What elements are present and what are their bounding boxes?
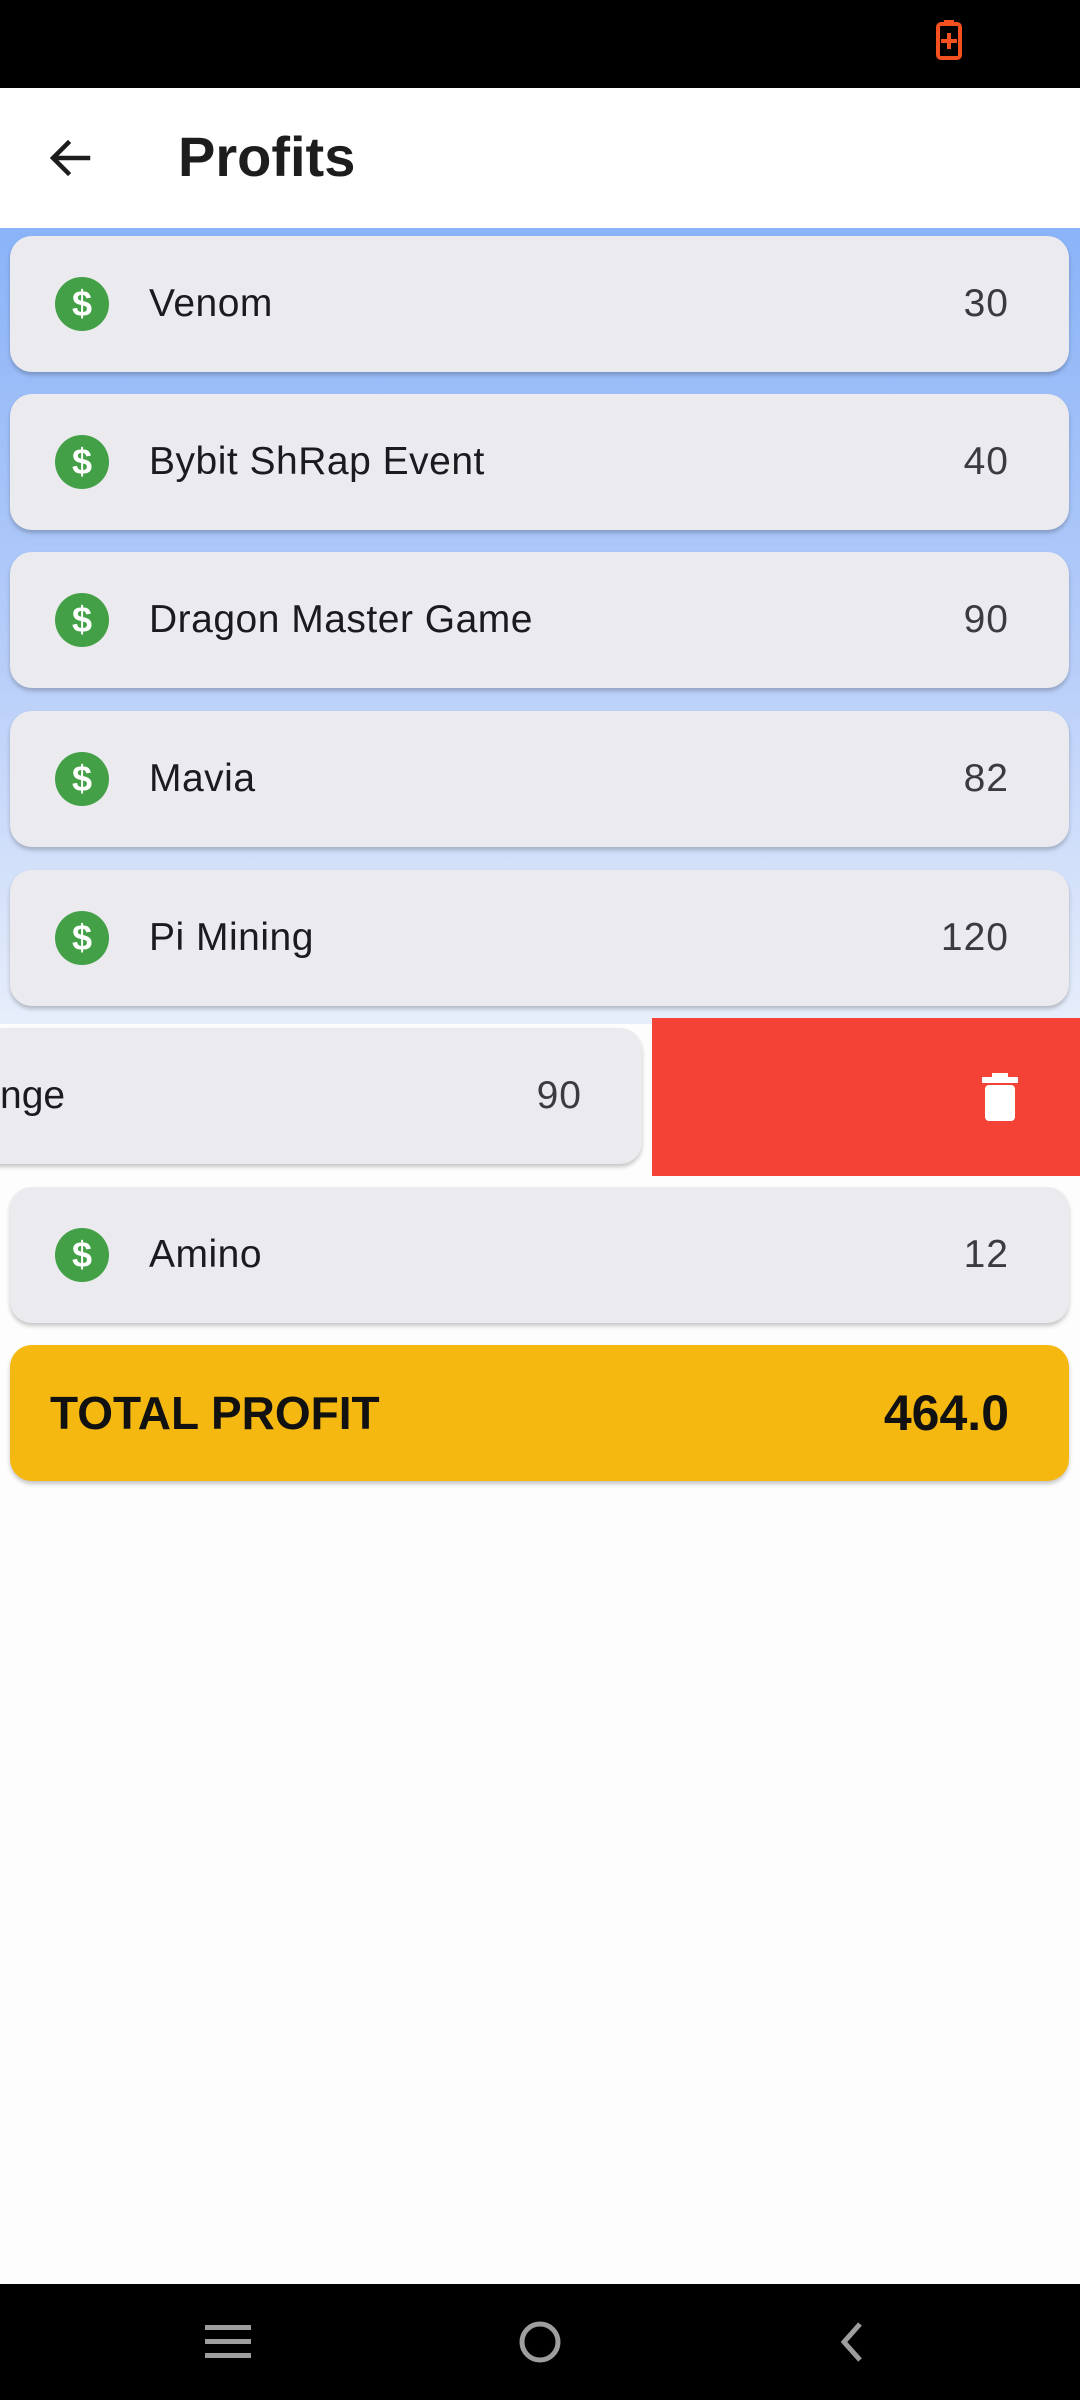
profit-item-value: 12 bbox=[963, 1233, 1009, 1276]
arrow-back-icon bbox=[49, 139, 91, 177]
profit-item-value: 90 bbox=[536, 1074, 582, 1117]
total-profit-label: TOTAL PROFIT bbox=[50, 1387, 380, 1439]
back-nav-button[interactable] bbox=[822, 2314, 882, 2370]
profit-item-mavia[interactable]: $ Mavia 82 bbox=[10, 711, 1069, 847]
profit-item-name: Amino bbox=[149, 1233, 263, 1276]
profit-item-name: Venom bbox=[149, 282, 273, 325]
profit-item-name: Bybit ShRap Event bbox=[149, 440, 485, 483]
total-profit-value: 464.0 bbox=[883, 1385, 1009, 1441]
profit-item-name: Dragon Master Game bbox=[149, 598, 533, 641]
dollar-icon: $ bbox=[55, 1228, 109, 1282]
dollar-icon: $ bbox=[55, 593, 109, 647]
profit-item-amino[interactable]: $ Amino 12 bbox=[10, 1187, 1069, 1323]
menu-button[interactable] bbox=[198, 2314, 258, 2370]
svg-text:$: $ bbox=[72, 1234, 92, 1275]
profit-item-pi-mining[interactable]: $ Pi Mining 120 bbox=[10, 870, 1069, 1006]
profit-item-value: 120 bbox=[940, 916, 1009, 959]
profit-item-name: nge bbox=[0, 1074, 66, 1117]
profit-item-value: 90 bbox=[963, 598, 1009, 641]
back-button[interactable] bbox=[36, 124, 104, 192]
svg-text:$: $ bbox=[72, 283, 92, 324]
profit-item-value: 82 bbox=[963, 757, 1009, 800]
dollar-icon: $ bbox=[55, 911, 109, 965]
profit-item-swiped[interactable]: nge 90 bbox=[0, 1028, 642, 1164]
profit-item-venom[interactable]: $ Venom 30 bbox=[10, 236, 1069, 372]
profit-item-name: Pi Mining bbox=[149, 916, 314, 959]
svg-text:$: $ bbox=[72, 441, 92, 482]
total-profit-card: TOTAL PROFIT 464.0 bbox=[10, 1345, 1069, 1481]
home-icon bbox=[519, 2321, 561, 2363]
profit-item-bybit[interactable]: $ Bybit ShRap Event 40 bbox=[10, 394, 1069, 530]
status-bar bbox=[0, 0, 1080, 88]
swipe-delete-action[interactable] bbox=[652, 1018, 1080, 1176]
profit-item-value: 40 bbox=[963, 440, 1009, 483]
dollar-icon: $ bbox=[55, 752, 109, 806]
trash-icon bbox=[982, 1073, 1018, 1121]
svg-text:$: $ bbox=[72, 758, 92, 799]
system-nav-bar bbox=[0, 2284, 1080, 2400]
back-icon bbox=[840, 2322, 862, 2362]
dollar-icon: $ bbox=[55, 435, 109, 489]
profit-item-name: Mavia bbox=[149, 757, 256, 800]
svg-text:$: $ bbox=[72, 599, 92, 640]
profit-item-value: 30 bbox=[963, 282, 1009, 325]
home-button[interactable] bbox=[510, 2314, 570, 2370]
svg-text:$: $ bbox=[72, 917, 92, 958]
profit-item-dragon-master[interactable]: $ Dragon Master Game 90 bbox=[10, 552, 1069, 688]
page-title: Profits bbox=[178, 125, 356, 188]
app-bar: Profits bbox=[0, 88, 1080, 228]
battery-charging-icon bbox=[936, 20, 962, 60]
menu-icon bbox=[205, 2325, 251, 2358]
dollar-icon: $ bbox=[55, 277, 109, 331]
